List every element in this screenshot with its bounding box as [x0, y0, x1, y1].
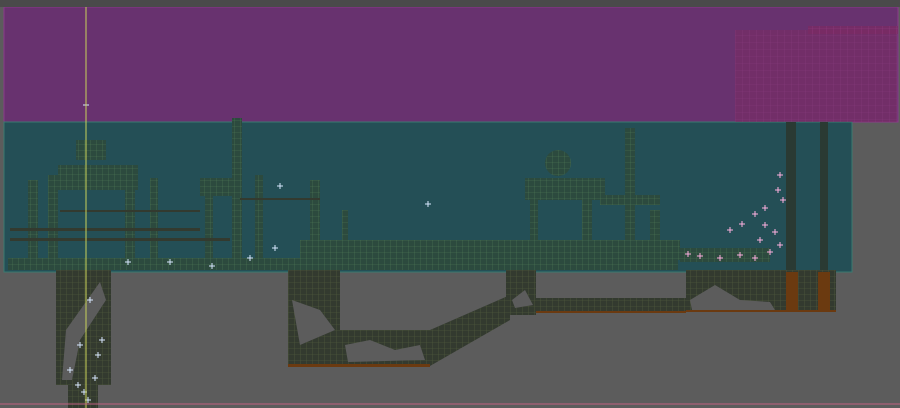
underground-tunnels[interactable] [56, 270, 836, 408]
sky-structure[interactable] [735, 26, 898, 122]
level-canvas[interactable] [0, 0, 900, 408]
level-top-bound [0, 0, 900, 7]
level-editor-viewport[interactable] [0, 0, 900, 408]
